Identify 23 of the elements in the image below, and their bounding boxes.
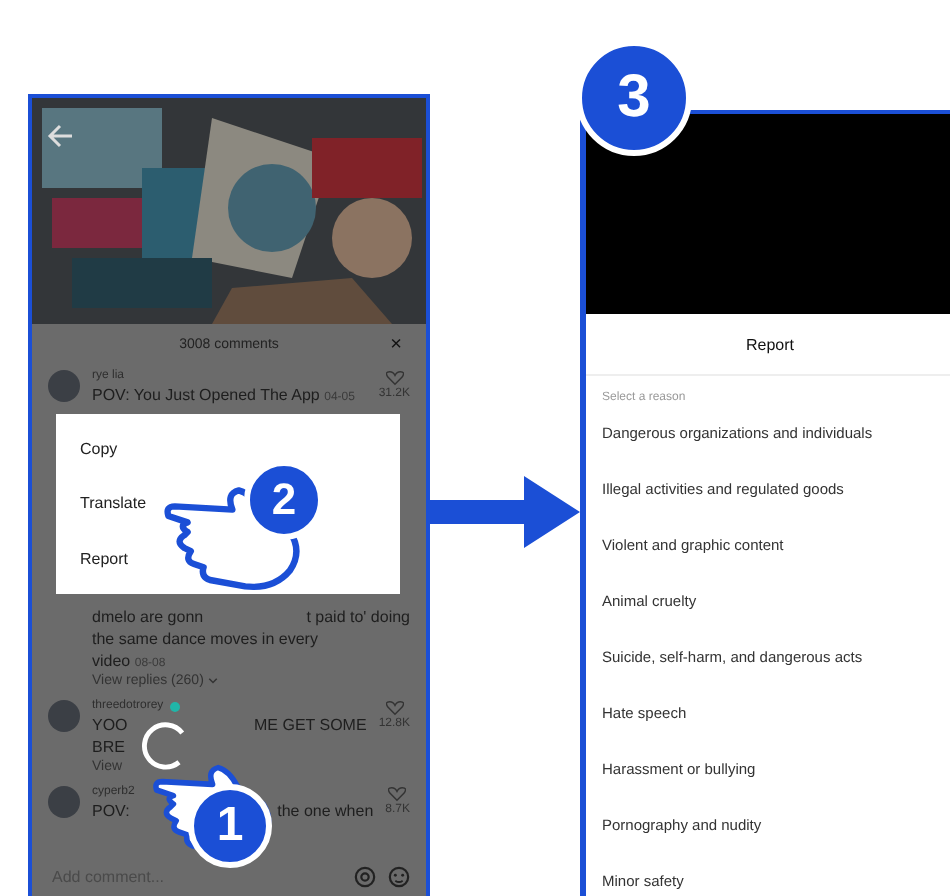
avatar	[48, 370, 80, 402]
emoji-icon[interactable]	[388, 866, 410, 888]
heart-icon[interactable]	[388, 786, 407, 802]
comment-text: POV:	[92, 802, 130, 820]
close-button[interactable]: ×	[390, 333, 402, 355]
comment-text: BRE	[92, 738, 125, 756]
mention-icon[interactable]	[354, 866, 376, 888]
report-title: Report	[586, 314, 950, 376]
chevron-down-icon[interactable]	[207, 678, 218, 684]
heart-icon[interactable]	[385, 370, 404, 386]
step-badge: 3	[576, 40, 692, 156]
comment-text: YOO	[92, 716, 128, 734]
avatar	[48, 786, 80, 818]
menu-item[interactable]: Translate	[80, 494, 147, 513]
comment-text: the same dance moves in every	[92, 630, 318, 648]
avatar	[48, 700, 80, 732]
menu-item[interactable]: Copy	[80, 440, 118, 459]
comment-text: the one when	[277, 802, 374, 820]
menu-item[interactable]: Report	[80, 549, 129, 568]
comment-text: t paid to' doing	[306, 608, 410, 626]
heart-icon[interactable]	[385, 700, 404, 716]
comment-text: dmelo are gonn	[92, 608, 204, 626]
comment-text: ME GET SOME	[254, 716, 367, 734]
